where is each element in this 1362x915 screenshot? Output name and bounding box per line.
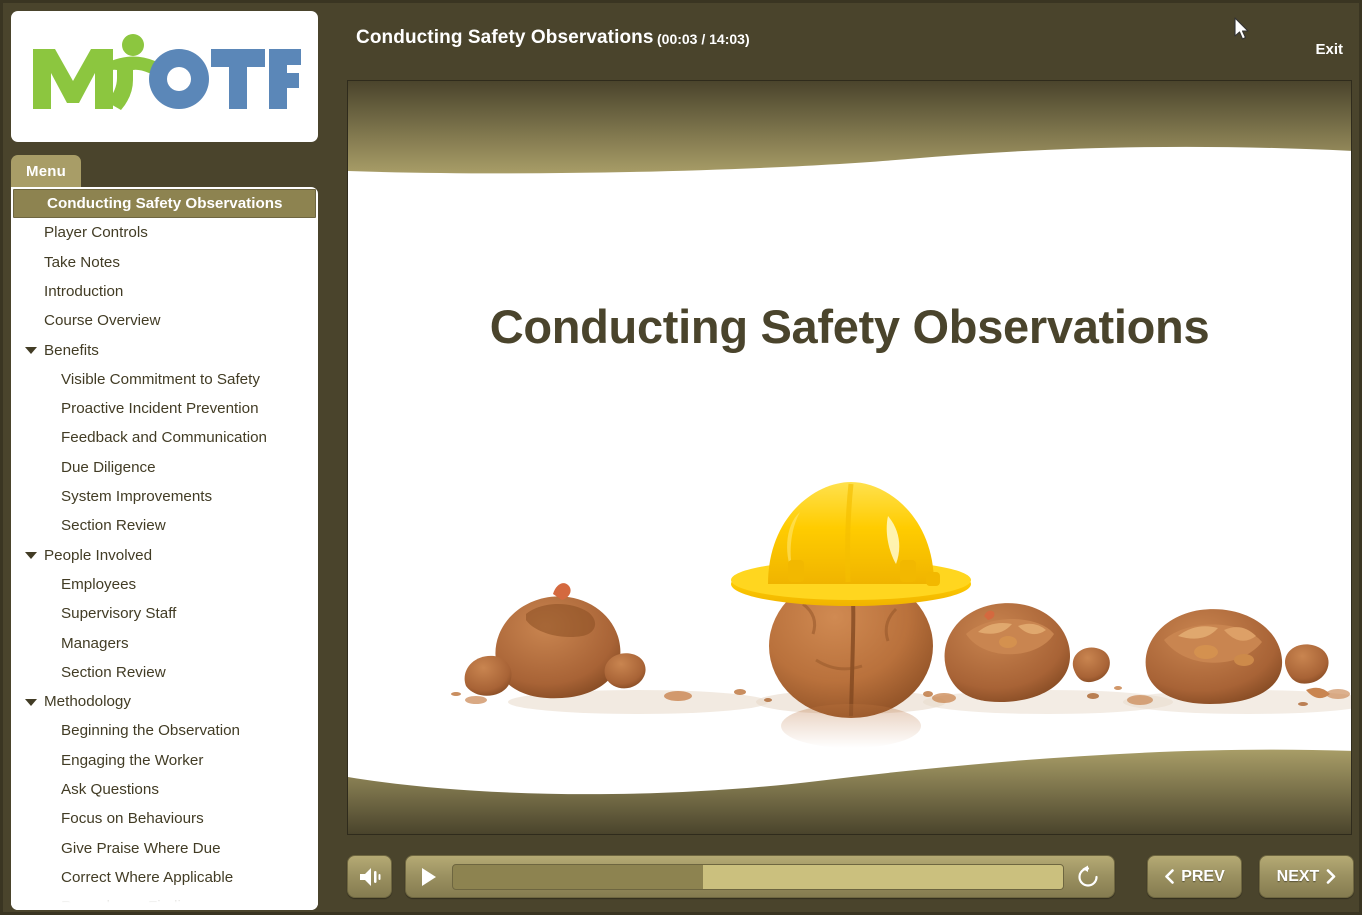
sidebar-item-employees[interactable]: Employees [11, 570, 318, 599]
transport-bar [405, 855, 1115, 898]
volume-button[interactable] [347, 855, 392, 898]
menu-tab[interactable]: Menu [11, 155, 81, 187]
myotf-logo [32, 33, 301, 110]
sidebar-item-label: Feedback and Communication [61, 429, 267, 447]
slide-artwork [451, 482, 1351, 748]
sidebar-item-label: Managers [61, 634, 129, 652]
sidebar-item-introduction[interactable]: Introduction [11, 277, 318, 306]
sidebar-item-label: Give Praise Where Due [61, 839, 221, 857]
chevron-down-icon[interactable] [25, 347, 37, 355]
chevron-right-icon [1327, 869, 1336, 884]
sidebar-item-take-notes[interactable]: Take Notes [11, 248, 318, 277]
seek-bar[interactable] [452, 863, 1064, 890]
sidebar-item-managers[interactable]: Managers [11, 628, 318, 657]
chevron-down-icon[interactable] [25, 698, 37, 706]
replay-icon [1078, 865, 1098, 887]
sidebar-item-label: Supervisory Staff [61, 605, 177, 623]
wave-decoration-top [348, 81, 1351, 174]
sidebar: Menu Conducting Safety Observations Playe… [3, 3, 323, 912]
sidebar-item-label: Focus on Behaviours [61, 810, 204, 828]
header: Conducting Safety Observations (00:03 / … [323, 3, 1359, 75]
page-title: Conducting Safety Observations [356, 27, 654, 48]
logo-card [11, 11, 318, 142]
walnut-with-hardhat [731, 482, 971, 748]
sidebar-item-label: Benefits [44, 341, 99, 359]
sidebar-item-benefits[interactable]: Benefits [11, 335, 318, 364]
sidebar-item-label: Section Review [61, 663, 166, 681]
sidebar-item-focus-on-behaviours[interactable]: Focus on Behaviours [11, 804, 318, 833]
next-button[interactable]: NEXT [1259, 855, 1354, 898]
sidebar-item-visible-commitment-to-safety[interactable]: Visible Commitment to Safety [11, 365, 318, 394]
sidebar-item-people-involved[interactable]: People Involved [11, 541, 318, 570]
sidebar-item-label: Course Overview [44, 312, 161, 330]
exit-button[interactable]: Exit [1315, 41, 1343, 58]
slide-stage: Conducting Safety Observations [347, 80, 1352, 835]
sidebar-item-label: Player Controls [44, 224, 148, 242]
prev-button-label: PREV [1181, 867, 1225, 885]
sidebar-item-due-diligence[interactable]: Due Diligence [11, 453, 318, 482]
sidebar-item-course-overview[interactable]: Course Overview [11, 306, 318, 335]
menu-panel: Conducting Safety Observations Player Con… [11, 187, 318, 910]
walnut-shell-right [1127, 609, 1350, 705]
sidebar-item-label: Proactive Incident Prevention [61, 400, 259, 418]
sidebar-item-section-review[interactable]: Section Review [11, 511, 318, 540]
sidebar-item-label: Engaging the Worker [61, 751, 204, 769]
sidebar-item-correct-where-applicable[interactable]: Correct Where Applicable [11, 863, 318, 892]
seek-progress [703, 864, 1063, 889]
replay-button[interactable] [1072, 856, 1104, 897]
sidebar-item-label: Section Review [61, 517, 166, 535]
player-controls: PREV NEXT [347, 855, 1354, 900]
sidebar-item-label: Conducting Safety Observations [47, 195, 283, 213]
sidebar-item-label: Take Notes [44, 253, 120, 271]
prev-button[interactable]: PREV [1147, 855, 1242, 898]
menu-tab-label: Menu [26, 162, 66, 180]
sidebar-item-record-your-findings[interactable]: Record your Findings [11, 892, 318, 910]
sidebar-item-label: Correct Where Applicable [61, 868, 234, 886]
chevron-left-icon [1165, 869, 1175, 884]
next-button-label: NEXT [1276, 867, 1320, 885]
sidebar-item-label: Methodology [44, 693, 131, 711]
sidebar-item-proactive-incident-prevention[interactable]: Proactive Incident Prevention [11, 394, 318, 423]
sidebar-item-supervisory-staff[interactable]: Supervisory Staff [11, 599, 318, 628]
sidebar-item-methodology[interactable]: Methodology [11, 687, 318, 716]
sidebar-item-engaging-the-worker[interactable]: Engaging the Worker [11, 746, 318, 775]
walnut-shell-midright [932, 603, 1110, 703]
walnut-shell-left [464, 583, 692, 704]
sidebar-item-label: People Involved [44, 546, 153, 564]
sidebar-item-beginning-the-observation[interactable]: Beginning the Observation [11, 716, 318, 745]
sidebar-item-ask-questions[interactable]: Ask Questions [11, 775, 318, 804]
menu-list[interactable]: Conducting Safety Observations Player Con… [11, 189, 318, 910]
sidebar-item-label: Employees [61, 575, 137, 593]
sidebar-item-player-controls[interactable]: Player Controls [11, 218, 318, 247]
chevron-down-icon[interactable] [25, 552, 37, 560]
slide-title: Conducting Safety Observations [489, 300, 1210, 353]
sidebar-item-system-improvements[interactable]: System Improvements [11, 482, 318, 511]
sidebar-item-label: Record your Findings [61, 898, 206, 910]
play-icon [422, 867, 436, 886]
sidebar-item-label: Visible Commitment to Safety [61, 370, 260, 388]
sidebar-item-label: Beginning the Observation [61, 722, 240, 740]
sidebar-item-give-praise-where-due[interactable]: Give Praise Where Due [11, 834, 318, 863]
sidebar-item-conducting-safety-observations[interactable]: Conducting Safety Observations [13, 189, 316, 219]
play-button[interactable] [414, 856, 444, 897]
sidebar-item-feedback-and-communication[interactable]: Feedback and Communication [11, 423, 318, 452]
sidebar-item-section-review[interactable]: Section Review [11, 658, 318, 687]
sidebar-item-label: Due Diligence [61, 458, 156, 476]
sidebar-item-label: Ask Questions [61, 780, 159, 798]
sidebar-item-label: System Improvements [61, 488, 213, 506]
sidebar-item-label: Introduction [44, 282, 124, 300]
speaker-icon [359, 867, 380, 886]
time-display: (00:03 / 14:03) [657, 31, 750, 47]
